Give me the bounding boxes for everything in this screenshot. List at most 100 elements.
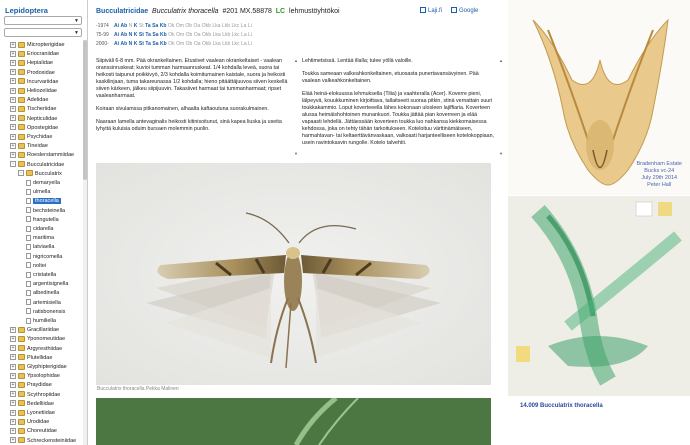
folder-icon (18, 124, 25, 131)
lajifi-link[interactable]: Laji.fi (420, 6, 442, 16)
tree-item-label: Psychidae (27, 134, 53, 140)
phenology-month: Li (248, 41, 253, 47)
filter-select-2[interactable]: ▼ (4, 28, 82, 37)
phenology-month: N (128, 32, 133, 38)
expand-icon[interactable]: + (10, 427, 16, 434)
phenology-month: Lkb (222, 41, 231, 47)
expand-icon[interactable]: + (10, 418, 16, 425)
phenology-month: Ob (185, 23, 193, 29)
expand-icon[interactable]: + (10, 133, 16, 140)
expand-icon[interactable]: + (10, 437, 16, 444)
collapse-icon[interactable]: - (10, 161, 16, 168)
sidebar-scrollbar[interactable] (83, 40, 87, 445)
tree-item-label: demaryella (33, 180, 60, 186)
expand-icon[interactable]: + (10, 400, 16, 407)
expand-icon[interactable]: + (10, 59, 16, 66)
biology-scrollbar[interactable]: ▲ ▼ (499, 58, 504, 156)
tree-item-label: Yponomeutidae (27, 336, 66, 343)
specimen-label-title: 14.009 Bucculatrix thoracella (520, 403, 603, 409)
expand-icon[interactable]: + (10, 115, 16, 122)
chevron-down-icon: ▼ (74, 18, 79, 24)
expand-icon[interactable]: + (10, 335, 16, 342)
species-code: #201 MX.58878 (222, 8, 272, 15)
description-scrollbar[interactable]: ▲ ▼ (294, 58, 299, 156)
folder-icon (18, 142, 25, 149)
tree-item[interactable]: + Schreckensteiniidae (10, 436, 76, 445)
expand-icon[interactable]: + (10, 124, 16, 131)
folder-icon (18, 151, 25, 158)
chevron-down-icon: ▼ (74, 30, 79, 36)
document-icon (26, 271, 31, 278)
expand-icon[interactable]: + (10, 372, 16, 379)
folder-icon (18, 69, 25, 76)
genitalia-photo-male[interactable]: Bradenham Estate Bucks vc-24 July 29th 2… (508, 0, 690, 195)
scroll-up-icon[interactable]: ▲ (499, 58, 503, 63)
google-link-label: Google (459, 8, 479, 14)
moth-photo[interactable] (96, 163, 491, 385)
google-link[interactable]: Google (451, 6, 478, 16)
folder-icon (18, 354, 25, 361)
family-name[interactable]: Bucculatricidae (96, 8, 148, 15)
photo-caption: Bucculatrix thoracella Pekka Malinen (97, 386, 179, 392)
filter-select-1[interactable]: ▼ (4, 16, 82, 25)
phenology-month: Lkc (231, 32, 240, 38)
document-icon (26, 234, 31, 241)
tree-item-label: Argyresthiidae (27, 345, 63, 352)
expand-icon[interactable]: + (10, 87, 16, 94)
folder-icon (18, 418, 25, 425)
expand-icon[interactable]: + (10, 96, 16, 103)
expand-icon[interactable]: + (10, 105, 16, 112)
tree-item-label: Hepialidae (27, 60, 53, 67)
phenology-month: Lkb (222, 32, 231, 38)
second-photo[interactable] (96, 398, 491, 445)
phenology-row: -1974 Ai Ab N K St Ta Sa Kb Ok Om Ob Oa Okb Lka Lkb Lkc L… (96, 22, 296, 31)
expand-icon[interactable]: + (10, 78, 16, 85)
scroll-down-icon[interactable]: ▼ (499, 151, 503, 156)
caption-line: Bradenham Estate (636, 161, 682, 167)
folder-icon (18, 427, 25, 434)
document-icon (26, 262, 31, 269)
phenology-month: Sa (152, 23, 159, 29)
expand-icon[interactable]: + (10, 381, 16, 388)
expand-icon[interactable]: + (10, 50, 16, 57)
expand-icon[interactable]: + (10, 391, 16, 398)
species-header: Bucculatricidae Bucculatrix thoracella #… (96, 6, 506, 18)
expand-icon[interactable]: + (10, 354, 16, 361)
expand-icon[interactable]: + (10, 326, 16, 333)
folder-icon (18, 41, 25, 48)
document-icon (26, 253, 31, 260)
genitalia-photo-female[interactable] (508, 196, 690, 396)
phenology-month: Lka (212, 32, 221, 38)
expand-icon[interactable]: + (10, 142, 16, 149)
document-icon (26, 308, 31, 315)
phenology-month: Ok (167, 23, 175, 29)
scroll-up-icon[interactable]: ▲ (294, 58, 298, 63)
tree-item-label: Nepticulidae (27, 115, 58, 122)
expand-icon[interactable]: + (10, 41, 16, 48)
common-name: lehmustöyhtökoi (289, 8, 340, 15)
phenology-month: Lkb (221, 23, 231, 29)
paragraph: Elää heinä-elokuussa lehmuksella (Tilia)… (302, 91, 494, 146)
phenology-month: Okb (201, 23, 211, 29)
scrollbar-thumb[interactable] (83, 40, 87, 180)
phenology-month: Ta (145, 23, 151, 29)
sidebar: Lepidoptera ▼ ▼ + Micropterigidae + Eriocra… (0, 0, 88, 445)
phenology-month: Okb (201, 32, 212, 38)
tree-item-label: Plutellidae (27, 354, 53, 361)
scroll-down-icon[interactable]: ▼ (294, 151, 298, 156)
expand-icon[interactable]: + (10, 409, 16, 416)
collapse-icon[interactable]: - (18, 170, 24, 177)
specimen-label-photo[interactable]: 14.009 Bucculatrix thoracella (508, 397, 690, 445)
expand-icon[interactable]: + (10, 69, 16, 76)
phenology-month: Ab (120, 41, 128, 47)
phenology-month: Okb (201, 41, 212, 47)
document-icon (26, 317, 31, 324)
expand-icon[interactable]: + (10, 151, 16, 158)
phenology-month: Ok (168, 32, 175, 38)
expand-icon[interactable]: + (10, 363, 16, 370)
folder-icon (18, 372, 25, 379)
phenology-month: Ab (120, 32, 128, 38)
document-icon (26, 216, 31, 223)
tree-item-label: cristatella (33, 272, 57, 278)
expand-icon[interactable]: + (10, 345, 16, 352)
